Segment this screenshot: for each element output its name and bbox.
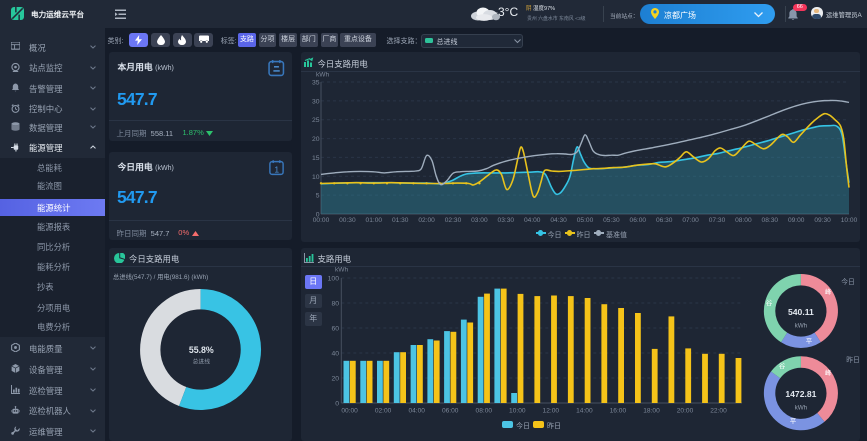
svg-text:今日: 今日 <box>841 277 855 286</box>
svg-text:kWh: kWh <box>795 405 808 412</box>
svg-text:昨日: 昨日 <box>846 355 860 364</box>
svg-text:峰: 峰 <box>825 368 832 377</box>
svg-text:1472.81: 1472.81 <box>785 389 816 399</box>
svg-text:kWh: kWh <box>795 323 808 330</box>
svg-text:平: 平 <box>790 417 797 425</box>
svg-text:平: 平 <box>806 337 813 345</box>
svg-text:谷: 谷 <box>779 361 786 370</box>
svg-text:540.11: 540.11 <box>788 307 814 317</box>
svg-text:峰: 峰 <box>825 287 832 296</box>
svg-text:谷: 谷 <box>766 298 773 307</box>
